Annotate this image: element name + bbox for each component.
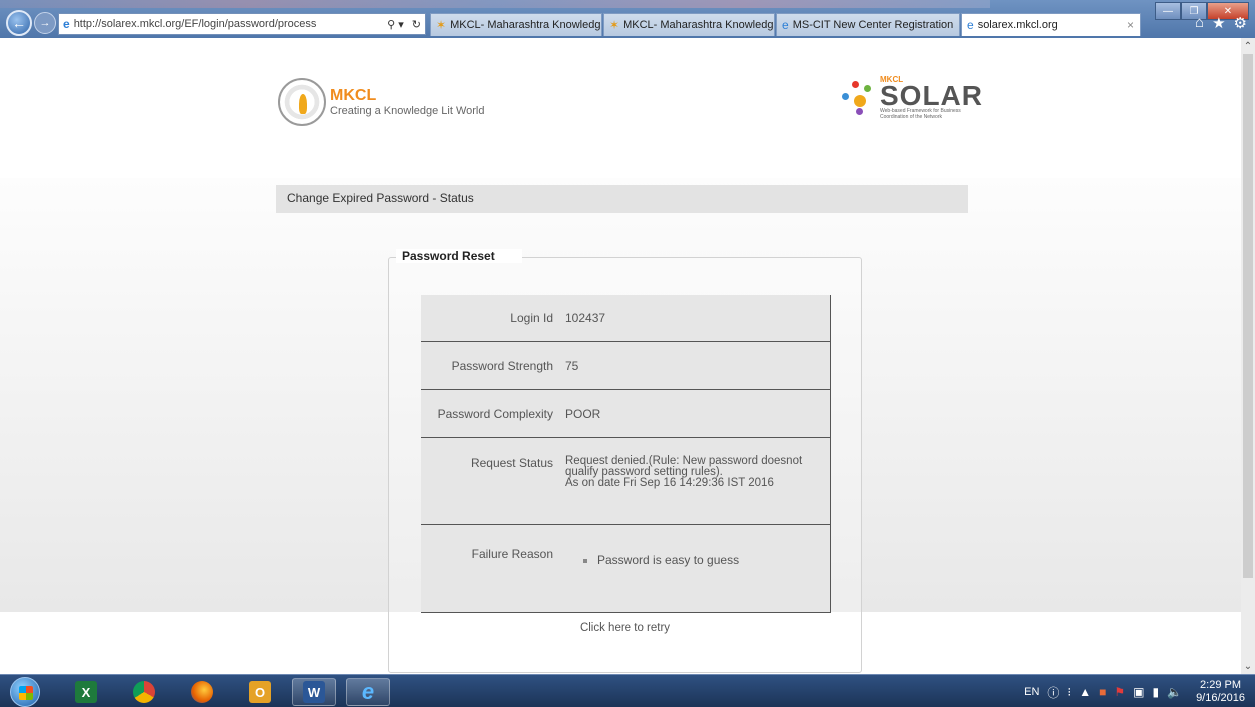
scroll-thumb[interactable] xyxy=(1243,54,1253,578)
row-login-id: Login Id 102437 xyxy=(421,295,830,342)
mkcl-favicon-icon: ✶ xyxy=(609,18,620,32)
ie-icon: e xyxy=(967,18,974,32)
star-icon[interactable]: ★ xyxy=(1212,14,1225,32)
request-status-value: Request denied.(Rule: New password doesn… xyxy=(561,455,830,524)
tab-label: solarex.mkcl.org xyxy=(977,19,1058,31)
tab-mkcl-2[interactable]: ✶ MKCL- Maharashtra Knowledg... xyxy=(603,13,775,36)
failure-reason-label: Failure Reason xyxy=(471,547,553,561)
solar-name: SOLAR xyxy=(880,80,983,111)
clock-date: 9/16/2016 xyxy=(1196,692,1245,704)
taskbar-internet-explorer[interactable]: e xyxy=(346,678,390,706)
browser-chrome: — ❐ ✕ ← → e http://solarex.mkcl.org/EF/l… xyxy=(0,0,1255,38)
solar-emblem-icon xyxy=(842,81,876,115)
panel-title: Password Reset xyxy=(396,249,522,263)
password-complexity-value: POOR xyxy=(565,406,601,421)
show-hidden-icons-icon[interactable]: ▲ xyxy=(1079,685,1091,699)
row-password-complexity: Password Complexity POOR xyxy=(421,390,830,438)
retry-link[interactable]: Click here to retry xyxy=(388,622,862,634)
row-failure-reason: Failure Reason Password is easy to guess xyxy=(421,525,830,613)
taskbar-excel[interactable]: X xyxy=(64,678,108,706)
help-icon[interactable]: ⓘ xyxy=(1047,684,1059,701)
mkcl-favicon-icon: ✶ xyxy=(436,18,447,32)
row-request-status: Request Status Request denied.(Rule: New… xyxy=(421,438,830,525)
status-table: Login Id 102437 Password Strength 75 Pas… xyxy=(421,295,831,613)
mkcl-emblem-icon xyxy=(278,78,326,126)
tab-solarex[interactable]: e solarex.mkcl.org × xyxy=(961,13,1141,36)
failure-reason-text: Password is easy to guess xyxy=(597,553,740,567)
taskbar-firefox[interactable] xyxy=(180,678,224,706)
ie-icon: e xyxy=(782,18,789,32)
taskbar-outlook[interactable]: O xyxy=(238,678,282,706)
tab-mkcl-1[interactable]: ✶ MKCL- Maharashtra Knowledg... xyxy=(430,13,602,36)
outlook-icon: O xyxy=(249,681,271,703)
display-icon[interactable]: ▣ xyxy=(1133,685,1144,699)
failure-reason-value: Password is easy to guess xyxy=(561,547,830,612)
word-icon: W xyxy=(303,681,325,703)
address-url[interactable]: http://solarex.mkcl.org/EF/login/passwor… xyxy=(74,18,383,30)
ie-icon: e xyxy=(361,679,375,704)
forward-button[interactable]: → xyxy=(34,12,56,34)
start-button[interactable] xyxy=(10,677,40,707)
solar-logo[interactable]: MKCL SOLAR Web-based Framework for Busin… xyxy=(842,75,983,120)
action-center-flag-icon[interactable]: ⚑ xyxy=(1114,685,1125,699)
windows-logo-icon xyxy=(19,686,33,700)
app-tray-icon[interactable]: ■ xyxy=(1099,685,1106,699)
page-content: MKCL Creating a Knowledge Lit World MKCL… xyxy=(0,38,1241,674)
solar-subtitle: Web-based Framework for Business Coordin… xyxy=(880,108,961,120)
login-id-value: 102437 xyxy=(565,311,606,325)
close-tab-icon[interactable]: × xyxy=(1127,18,1134,32)
network-icon[interactable]: ⁝ xyxy=(1067,685,1071,699)
tab-mscit-registration[interactable]: e MS-CIT New Center Registration xyxy=(776,13,960,36)
row-password-strength: Password Strength 75 xyxy=(421,342,830,390)
search-icon[interactable]: ⚲ ▾ xyxy=(383,18,408,31)
tab-label: MKCL- Maharashtra Knowledg... xyxy=(623,19,775,31)
address-bar[interactable]: e http://solarex.mkcl.org/EF/login/passw… xyxy=(58,13,426,35)
site-header: MKCL Creating a Knowledge Lit World MKCL… xyxy=(0,38,1241,178)
system-tray: EN ⓘ ⁝ ▲ ■ ⚑ ▣ ▮ 🔈 2:29 PM 9/16/2016 xyxy=(1024,679,1245,705)
taskbar-word[interactable]: W xyxy=(292,678,336,706)
title-bar-background xyxy=(0,0,990,8)
minimize-button[interactable]: — xyxy=(1155,2,1181,20)
mkcl-name: MKCL xyxy=(330,87,377,104)
taskbar-chrome[interactable] xyxy=(122,678,166,706)
clock-time: 2:29 PM xyxy=(1200,679,1242,691)
back-button[interactable]: ← xyxy=(6,10,32,36)
bullet-icon xyxy=(583,558,587,563)
page-scrollbar[interactable]: ⌃ ⌄ xyxy=(1241,38,1255,674)
firefox-icon xyxy=(191,681,213,703)
scroll-up-icon[interactable]: ⌃ xyxy=(1241,38,1255,54)
mkcl-logo[interactable]: MKCL Creating a Knowledge Lit World xyxy=(278,78,485,126)
ie-icon: e xyxy=(63,17,70,31)
excel-icon: X xyxy=(75,681,97,703)
tab-label: MS-CIT New Center Registration xyxy=(792,19,954,31)
signal-strength-icon[interactable]: ▮ xyxy=(1153,685,1160,699)
arrow-left-icon: ← xyxy=(12,15,26,31)
request-status-label: Request Status xyxy=(470,456,553,470)
home-icon[interactable]: ⌂ xyxy=(1195,14,1204,32)
gear-icon[interactable]: ⚙ xyxy=(1234,14,1247,32)
volume-icon[interactable]: 🔈 xyxy=(1167,685,1182,699)
language-indicator[interactable]: EN xyxy=(1024,686,1039,698)
password-complexity-label: Password Complexity xyxy=(437,406,553,421)
system-clock[interactable]: 2:29 PM 9/16/2016 xyxy=(1196,679,1245,705)
arrow-right-icon: → xyxy=(39,17,51,29)
page-title: Change Expired Password - Status xyxy=(276,185,968,213)
windows-taskbar: X O W e EN ⓘ ⁝ ▲ ■ ⚑ ▣ ▮ 🔈 2:29 PM 9/16/… xyxy=(0,674,1255,707)
refresh-icon[interactable]: ↻ xyxy=(408,18,425,31)
command-icons: ⌂ ★ ⚙ xyxy=(1195,14,1247,32)
mkcl-tagline: Creating a Knowledge Lit World xyxy=(330,105,485,117)
request-status-date: As on date Fri Sep 16 14:29:36 IST 2016 xyxy=(565,477,774,489)
chrome-icon xyxy=(133,681,155,703)
tab-label: MKCL- Maharashtra Knowledg... xyxy=(450,19,602,31)
login-id-label: Login Id xyxy=(510,311,553,325)
scroll-down-icon[interactable]: ⌄ xyxy=(1241,658,1255,674)
password-strength-value: 75 xyxy=(565,358,579,373)
password-strength-label: Password Strength xyxy=(451,358,553,373)
